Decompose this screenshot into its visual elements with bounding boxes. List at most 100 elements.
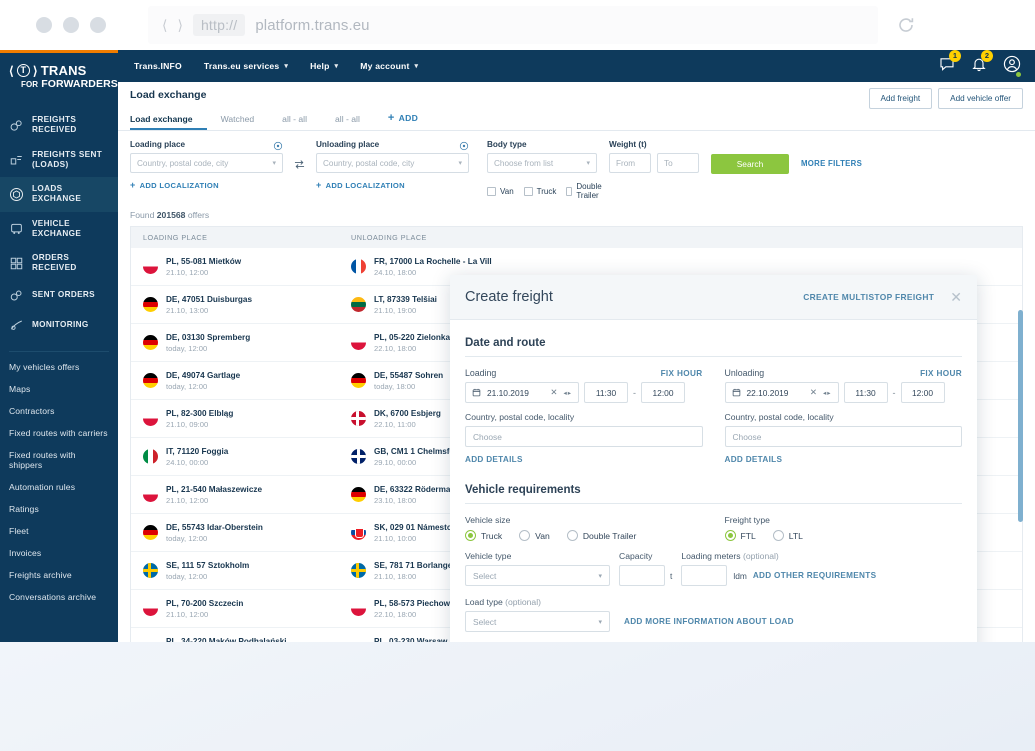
sidebar-item-loads-exchange[interactable]: LOADS EXCHANGE [0, 177, 118, 212]
sidebar-item-freights-received[interactable]: FREIGHTS RECEIVED [0, 108, 118, 143]
sidebar-item-fixed-routes-shippers[interactable]: Fixed routes with shippers [0, 444, 118, 476]
sidebar-item-fixed-routes-carriers[interactable]: Fixed routes with carriers [0, 422, 118, 444]
loading-column: Loading FIX HOUR 21.10.2019 ✕ ◂▸ 11:30 -… [465, 368, 703, 464]
weight-from-input[interactable]: From [609, 153, 651, 173]
loading-date-field[interactable]: 21.10.2019 ✕ ◂▸ [465, 382, 579, 403]
place-time: today, 12:00 [166, 571, 208, 581]
add-localization-unloading-link[interactable]: + ADD LOCALIZATION [316, 180, 469, 190]
unloading-date-field[interactable]: 22.10.2019 ✕ ◂▸ [724, 382, 839, 403]
window-minimize-dot[interactable] [63, 17, 79, 33]
loading-time-from[interactable]: 11:30 [584, 382, 628, 403]
sidebar-item-freights-sent[interactable]: FREIGHTS SENT (LOADS) [0, 143, 118, 178]
topnav-item-my-account[interactable]: My account ▾ [360, 61, 418, 71]
radio-freight-type-ltl[interactable]: LTL [772, 530, 803, 541]
reload-icon[interactable] [896, 15, 916, 40]
more-filters-link[interactable]: MORE FILTERS [801, 159, 862, 168]
stepper-icon[interactable]: ◂▸ [823, 389, 832, 397]
capacity-input[interactable] [619, 565, 665, 586]
checkbox-truck[interactable]: Truck [523, 186, 556, 196]
unloading-locality-input[interactable]: Choose [724, 426, 962, 447]
vehicle-type-select[interactable]: Select ▾ [465, 565, 610, 586]
vehicle-size-label: Vehicle size [465, 515, 511, 525]
radio-vehicle-size-double-trailer[interactable]: Double Trailer [566, 530, 636, 541]
add-details-loading-link[interactable]: ADD DETAILS [465, 455, 703, 464]
orders-received-icon [9, 256, 24, 271]
table-scrollbar[interactable] [1018, 310, 1023, 522]
topnav-item-trans-info[interactable]: Trans.INFO [134, 61, 182, 71]
body-type-select[interactable]: Choose from list ▾ [487, 153, 597, 173]
flag-icon-it [143, 449, 158, 464]
brand-logo[interactable]: ⟨ T ⟩ TRANS FOR FORWARDERS [0, 53, 118, 102]
add-freight-button[interactable]: Add freight [868, 88, 933, 109]
tab-load-exchange[interactable]: Load exchange [130, 114, 207, 130]
search-button[interactable]: Search [711, 154, 789, 174]
sidebar-label: FREIGHTS RECEIVED [32, 115, 77, 135]
sidebar-item-fleet[interactable]: Fleet [0, 520, 118, 542]
flag-icon-de [143, 297, 158, 312]
stepper-icon[interactable]: ◂▸ [563, 389, 572, 397]
avatar[interactable] [1003, 55, 1021, 78]
tab-all-all-2[interactable]: all - all [335, 114, 374, 130]
loading-locality-input[interactable]: Choose [465, 426, 703, 447]
tab-all-all-1[interactable]: all - all [282, 114, 321, 130]
weight-to-input[interactable]: To [657, 153, 699, 173]
sidebar-item-orders-received[interactable]: ORDERS RECEIVED [0, 246, 118, 281]
sidebar-item-vehicle-exchange[interactable]: VEHICLE EXCHANGE [0, 212, 118, 247]
brand-forwarders: FORWARDERS [41, 78, 118, 90]
forward-icon[interactable]: ⟩ [177, 17, 182, 34]
sidebar-item-automation-rules[interactable]: Automation rules [0, 476, 118, 498]
sidebar-item-ratings[interactable]: Ratings [0, 498, 118, 520]
unloading-place-input[interactable]: Country, postal code, city ▾ [316, 153, 469, 173]
loading-place-input[interactable]: Country, postal code, city ▾ [130, 153, 283, 173]
unloading-time-to[interactable]: 12:00 [900, 382, 945, 403]
sidebar-item-my-vehicles-offers[interactable]: My vehicles offers [0, 356, 118, 378]
sidebar-item-freights-archive[interactable]: Freights archive [0, 564, 118, 586]
checkbox-van[interactable]: Van [487, 186, 514, 196]
flag-icon-de [143, 373, 158, 388]
sidebar-item-invoices[interactable]: Invoices [0, 542, 118, 564]
create-multistop-freight-link[interactable]: CREATE MULTISTOP FREIGHT [803, 292, 934, 302]
sidebar-item-contractors[interactable]: Contractors [0, 400, 118, 422]
address-bar[interactable]: ⟨ ⟩ http:// platform.trans.eu [148, 6, 878, 44]
add-localization-loading-link[interactable]: + ADD LOCALIZATION [130, 180, 283, 190]
checkbox-double-trailer[interactable]: Double Trailer [566, 182, 604, 200]
radio-vehicle-size-truck[interactable]: Truck [465, 530, 502, 541]
messages-button[interactable]: 1 [939, 50, 961, 77]
loading-meters-input[interactable] [681, 565, 728, 586]
close-icon[interactable]: ✕ [950, 290, 962, 304]
tab-add-button[interactable]: + ADD [388, 112, 432, 130]
sidebar-label: SENT ORDERS [32, 290, 95, 300]
back-icon[interactable]: ⟨ [162, 17, 167, 34]
add-vehicle-offer-button[interactable]: Add vehicle offer [938, 88, 1023, 109]
topnav-item-help[interactable]: Help ▾ [310, 61, 338, 71]
tab-bar: Load exchange Watched all - all all - al… [118, 107, 1035, 131]
place-info: SK, 029 01 Námestovo 21.10, 10:00 [374, 523, 461, 543]
sidebar-item-monitoring[interactable]: MONITORING [0, 311, 118, 341]
load-type-select[interactable]: Select ▾ [465, 611, 610, 632]
window-maximize-dot[interactable] [90, 17, 106, 33]
clear-icon[interactable]: ✕ [550, 387, 557, 398]
topnav-item-trans-eu-services[interactable]: Trans.eu services ▾ [204, 61, 288, 71]
window-close-dot[interactable] [36, 17, 52, 33]
unloading-locality-placeholder: Choose [732, 431, 762, 442]
body-type-label: Body type [487, 140, 527, 149]
add-other-requirements-link[interactable]: ADD OTHER REQUIREMENTS [753, 571, 877, 580]
loading-time-to[interactable]: 12:00 [641, 382, 685, 403]
sidebar-item-conversations-archive[interactable]: Conversations archive [0, 586, 118, 608]
clear-icon[interactable]: ✕ [810, 387, 817, 398]
swap-arrows-icon[interactable] [293, 158, 306, 176]
add-more-information-about-load-link[interactable]: ADD MORE INFORMATION ABOUT LOAD [624, 617, 794, 626]
notifications-button[interactable]: 2 [971, 50, 993, 77]
sidebar-item-sent-orders[interactable]: SENT ORDERS [0, 281, 118, 311]
add-details-unloading-link[interactable]: ADD DETAILS [725, 455, 963, 464]
radio-freight-type-ftl[interactable]: FTL [724, 530, 756, 541]
loading-date-value: 21.10.2019 [487, 387, 529, 398]
vehicle-size-group: Vehicle size Truck Van Double Trailer [465, 515, 703, 541]
tab-watched[interactable]: Watched [221, 114, 269, 130]
radio-vehicle-size-van[interactable]: Van [519, 530, 550, 541]
unloading-time-from[interactable]: 11:30 [843, 382, 888, 403]
sidebar-item-maps[interactable]: Maps [0, 378, 118, 400]
radio-label: LTL [788, 530, 803, 541]
place-name: DE, 63322 Rödermark [374, 484, 459, 494]
place-time: 21.10, 12:00 [166, 267, 209, 277]
